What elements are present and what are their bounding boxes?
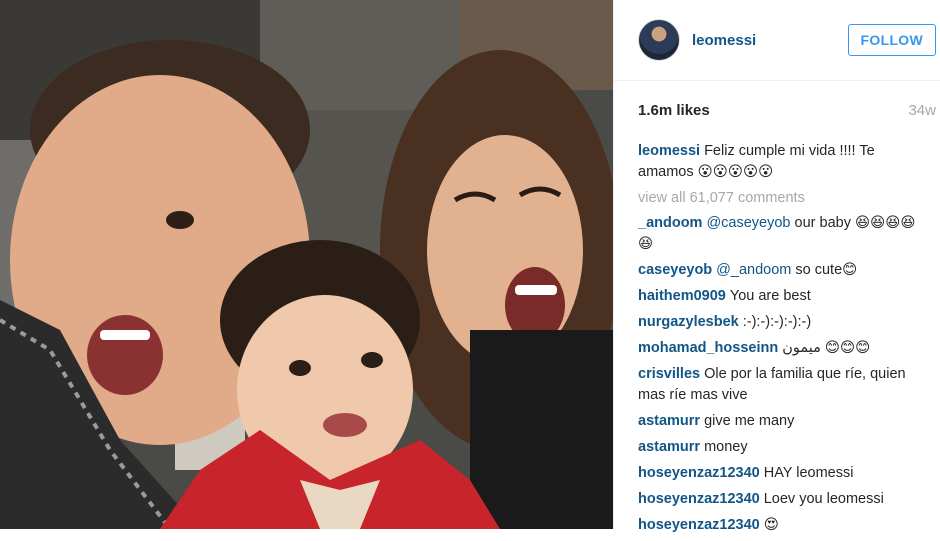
follow-button[interactable]: FOLLOW [847, 24, 936, 56]
comment-item: astamurr money [638, 437, 930, 458]
comment-text: 😍 [763, 517, 779, 533]
post-photo[interactable] [0, 0, 613, 529]
comment-username[interactable]: hoseyenzaz12340 [638, 517, 760, 533]
comment-mention[interactable]: @_andoom [716, 262, 791, 278]
comment-item: caseyeyob @_andoom so cute😊 [638, 260, 930, 281]
post-stats: 1.6m likes 34w [614, 81, 940, 139]
post-time[interactable]: 34w [908, 102, 936, 119]
comment-username[interactable]: nurgazylesbek [638, 314, 739, 330]
caption-username[interactable]: leomessi [638, 143, 700, 159]
comment-username[interactable]: astamurr [638, 413, 700, 429]
comment-item: astamurr give me many [638, 411, 930, 432]
comment-item: _andoom @caseyeyob our baby 😆😆😆😆😆 [638, 213, 930, 255]
comment-username[interactable]: mohamad_hosseinn [638, 340, 778, 356]
comment-username[interactable]: caseyeyob [638, 262, 712, 278]
comment-text: give me many [704, 413, 795, 429]
comment-username[interactable]: hoseyenzaz12340 [638, 491, 760, 507]
comment-username[interactable]: _andoom [638, 215, 702, 231]
comment-item: haithem0909 You are best [638, 286, 930, 307]
caption: leomessi Feliz cumple mi vida !!!! Te ama… [638, 141, 930, 183]
comment-text: You are best [729, 288, 811, 304]
comment-item: hoseyenzaz12340 HAY leomessi [638, 463, 930, 484]
likes-count[interactable]: 1.6m likes [638, 102, 710, 119]
comment-text: :-):-):-):-):-) [742, 314, 812, 330]
post-username[interactable]: leomessi [692, 32, 848, 49]
post-sidebar: leomessi FOLLOW 1.6m likes 34w leomessi F… [613, 0, 940, 533]
comment-item: hoseyenzaz12340 Loev you leomessi [638, 489, 930, 510]
comment-item: crisvilles Ole por la familia que ríe, qu… [638, 364, 930, 406]
comment-item: mohamad_hosseinn ميمون 😊😊😊 [638, 338, 930, 359]
user-avatar[interactable] [638, 19, 680, 61]
comment-username[interactable]: hoseyenzaz12340 [638, 465, 760, 481]
comment-username[interactable]: haithem0909 [638, 288, 726, 304]
view-all-comments-link[interactable]: view all 61,077 comments [638, 188, 930, 209]
comment-text: HAY leomessi [763, 465, 854, 481]
comment-username[interactable]: astamurr [638, 439, 700, 455]
comment-username[interactable]: crisvilles [638, 366, 700, 382]
comment-text: ميمون 😊😊😊 [782, 340, 871, 356]
comment-text: so cute😊 [791, 262, 858, 278]
comment-text: money [704, 439, 748, 455]
comment-item: nurgazylesbek:-):-):-):-):-) [638, 312, 930, 333]
comment-text: Loev you leomessi [763, 491, 884, 507]
comment-item: hoseyenzaz12340 😍 [638, 515, 930, 536]
instagram-post: leomessi FOLLOW 1.6m likes 34w leomessi F… [0, 0, 940, 533]
family-selfie-illustration [0, 0, 613, 529]
comments-list: leomessi Feliz cumple mi vida !!!! Te ama… [614, 139, 940, 541]
comment-mention[interactable]: @caseyeyob [706, 215, 790, 231]
post-header: leomessi FOLLOW [614, 0, 940, 81]
